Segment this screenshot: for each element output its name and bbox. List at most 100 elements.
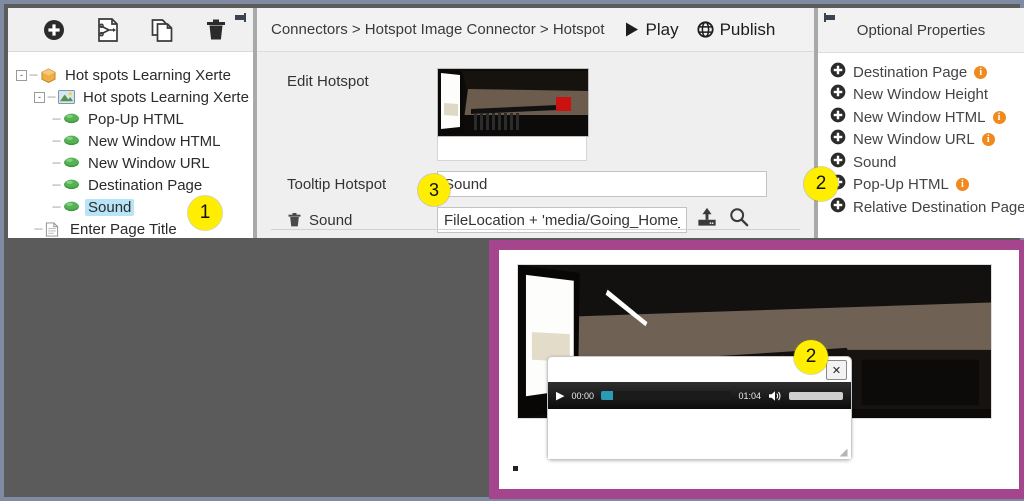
play-button[interactable]: Play — [623, 20, 679, 40]
hotspot-image-icon — [58, 90, 75, 105]
project-icon — [40, 68, 57, 83]
current-time: 00:00 — [571, 391, 594, 401]
tree-item-label: New Window URL — [85, 155, 213, 172]
property-form: Edit Hotspot — [257, 52, 814, 238]
annotation-marker-3-2: 3 — [418, 174, 450, 206]
tree-item-hot-spots-learning-xerte[interactable]: ---- Hot spots Learning Xerte — [12, 86, 253, 108]
optional-properties-title: Optional Properties — [818, 8, 1024, 53]
application-window: ----Hot spots Learning Xerte----Hot spot… — [0, 0, 1024, 501]
info-icon[interactable]: i — [993, 111, 1006, 124]
player-body — [548, 409, 851, 459]
optional-property-label: Destination Page — [853, 64, 967, 81]
tree-item-label: Enter Page Title — [67, 221, 180, 238]
add-property-icon[interactable] — [830, 84, 846, 105]
thumbnail-caption-strip — [437, 137, 587, 161]
add-page-icon[interactable] — [40, 16, 68, 44]
info-icon[interactable]: i — [974, 66, 987, 79]
seek-slider[interactable] — [601, 391, 731, 400]
breadcrumb: Connectors > Hotspot Image Connector > H… — [271, 21, 605, 38]
total-time: 01:04 — [738, 391, 761, 401]
form-divider — [271, 229, 800, 230]
properties-editor-panel: Connectors > Hotspot Image Connector > H… — [253, 8, 818, 238]
page-icon — [45, 222, 62, 237]
tree-connector-line: --- — [52, 157, 60, 169]
tree-item-hot-spots-learning-xerte[interactable]: ---- Hot spots Learning Xerte — [12, 64, 253, 86]
optional-properties-panel: Optional Properties Destination PageiNew… — [818, 8, 1024, 238]
add-property-icon[interactable] — [830, 197, 846, 218]
breadcrumb-bar: Connectors > Hotspot Image Connector > H… — [257, 8, 814, 52]
add-property-icon[interactable] — [830, 152, 846, 173]
optional-property-label: Sound — [853, 154, 896, 171]
optional-property-new-window-html[interactable]: New Window HTML i — [830, 106, 1024, 129]
preview-window: ✕ ▶ 00:00 01:04 — [494, 245, 1024, 494]
close-icon[interactable]: ✕ — [826, 360, 847, 380]
tree-item-destination-page[interactable]: --- Destination Page — [12, 174, 253, 196]
volume-slider[interactable] — [789, 392, 843, 400]
info-icon[interactable]: i — [982, 133, 995, 146]
hotspot-node-icon — [63, 200, 80, 215]
play-label: Play — [646, 20, 679, 40]
tree-item-label: Sound — [85, 199, 134, 216]
tree-item-pop-up-html[interactable]: --- Pop-Up HTML — [12, 108, 253, 130]
optional-property-sound[interactable]: Sound — [830, 151, 1024, 174]
tree-connector-line: --- — [29, 69, 37, 81]
tree-item-label: Hot spots Learning Xerte — [62, 67, 234, 84]
seek-progress — [601, 391, 613, 400]
info-icon[interactable]: i — [956, 178, 969, 191]
form-row-edit-hotspot: Edit Hotspot — [257, 68, 814, 161]
tree-expander[interactable]: - — [34, 92, 45, 103]
tree-item-new-window-url[interactable]: --- New Window URL — [12, 152, 253, 174]
audio-controls: ▶ 00:00 01:04 — [548, 382, 851, 409]
editor-top-area: ----Hot spots Learning Xerte----Hot spot… — [8, 8, 1024, 238]
optional-property-label: New Window HTML — [853, 109, 986, 126]
optional-property-relative-destination-page[interactable]: Relative Destination Page — [830, 196, 1024, 219]
play-pause-button[interactable]: ▶ — [556, 389, 564, 402]
optional-property-new-window-height[interactable]: New Window Height — [830, 84, 1024, 107]
globe-icon — [697, 21, 714, 38]
tree-item-label: Destination Page — [85, 177, 205, 194]
publish-label: Publish — [720, 20, 776, 40]
edit-hotspot-label: Edit Hotspot — [257, 68, 437, 94]
tree-item-new-window-html[interactable]: ---New Window HTML — [12, 130, 253, 152]
tree-connector-line: --- — [52, 201, 60, 213]
tree-toolbar — [8, 8, 253, 52]
optional-property-label: Pop-Up HTML — [853, 176, 949, 193]
tree-connector-line: --- — [34, 223, 42, 235]
optional-properties-list[interactable]: Destination Page i New Window Height New Wi… — [818, 52, 1024, 238]
tree-item-label: Pop-Up HTML — [85, 111, 187, 128]
optional-property-label: New Window Height — [853, 86, 988, 103]
copy-page-icon[interactable] — [148, 16, 176, 44]
tree-item-label: Hot spots Learning Xerte — [80, 89, 252, 106]
add-property-icon[interactable] — [830, 62, 846, 83]
tree-connector-line: --- — [52, 113, 60, 125]
tree-connector-line: --- — [47, 91, 55, 103]
hotspot-node-icon — [63, 156, 80, 171]
page-bullet-marker — [513, 466, 518, 471]
optional-property-new-window-url[interactable]: New Window URL i — [830, 129, 1024, 152]
sound-label: Sound — [309, 212, 352, 229]
tooltip-hotspot-label: Tooltip Hotspot — [257, 171, 437, 197]
form-row-tooltip-hotspot: Tooltip Hotspot — [257, 171, 814, 197]
delete-sound-icon[interactable] — [287, 212, 302, 228]
optional-property-pop-up-html[interactable]: Pop-Up HTML i — [830, 174, 1024, 197]
hotspot-node-icon — [63, 178, 80, 193]
annotation-marker-1-0: 1 — [188, 196, 222, 230]
optional-property-label: Relative Destination Page — [853, 199, 1024, 216]
hotspot-node-icon — [63, 112, 80, 127]
publish-button[interactable]: Publish — [697, 20, 776, 40]
add-property-icon[interactable] — [830, 107, 846, 128]
volume-icon[interactable] — [768, 390, 782, 402]
pin-panel-right-icon[interactable] — [822, 10, 836, 22]
optional-property-label: New Window URL — [853, 131, 975, 148]
hotspot-image-thumbnail[interactable] — [437, 68, 589, 137]
optional-property-destination-page[interactable]: Destination Page i — [830, 61, 1024, 84]
add-property-icon[interactable] — [830, 129, 846, 150]
delete-page-icon[interactable] — [202, 16, 230, 44]
pin-panel-left-icon[interactable] — [235, 10, 249, 22]
cut-page-icon[interactable] — [94, 16, 122, 44]
tree-expander[interactable]: - — [16, 70, 27, 81]
preview-page: ✕ ▶ 00:00 01:04 — [499, 250, 1019, 489]
resize-grip-icon[interactable] — [839, 448, 848, 457]
tooltip-hotspot-input[interactable] — [437, 171, 767, 197]
tree-connector-line: --- — [52, 179, 60, 191]
